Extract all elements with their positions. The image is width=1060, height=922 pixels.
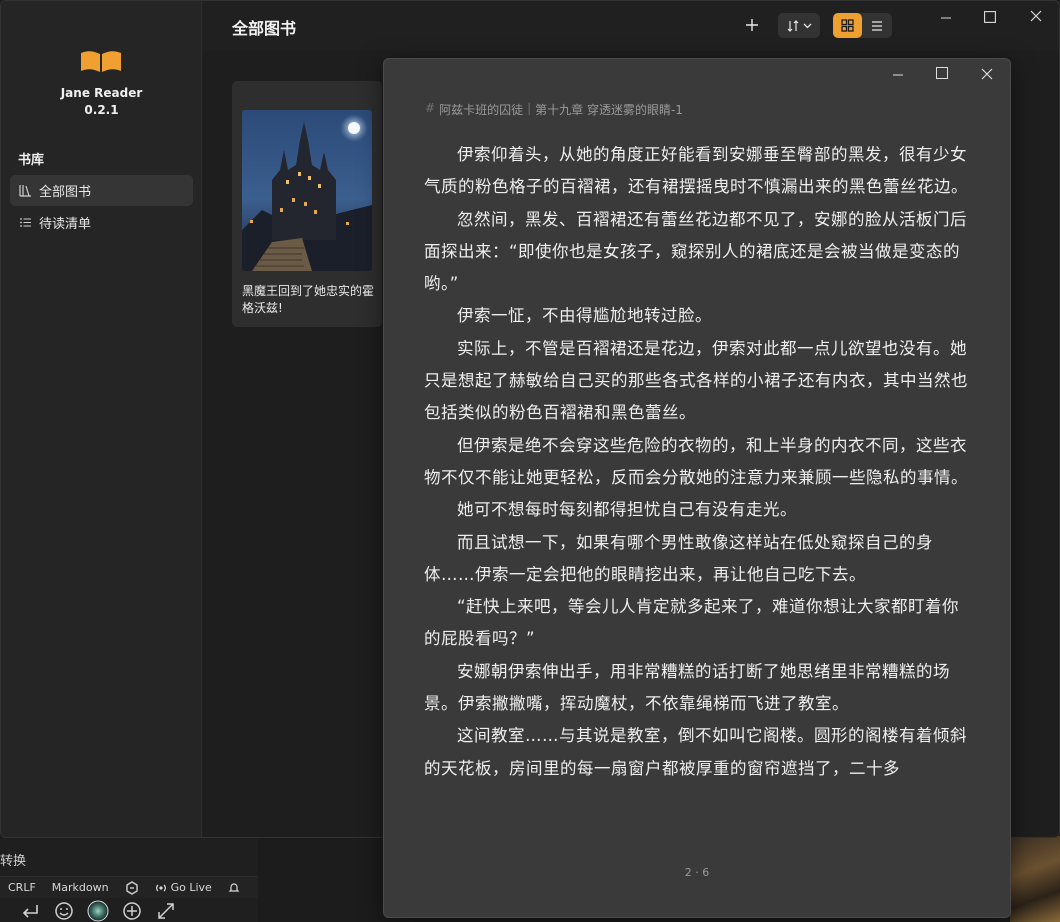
smiley-icon[interactable] xyxy=(52,900,76,922)
paragraph: 而且试想一下，如果有哪个男性敢像这样站在低处窥探自己的身体……伊索一定会把他的眼… xyxy=(424,532,933,584)
reader-minimize-button[interactable] xyxy=(890,63,906,83)
paragraph: 安娜朝伊索伸出手，用非常糟糕的话打断了她思绪里非常糟糕的场景。伊索撇撇嘴，挥动魔… xyxy=(424,661,950,714)
list-icon xyxy=(19,216,32,229)
plus-circle-icon[interactable] xyxy=(120,900,144,922)
view-mode-toggle xyxy=(833,13,892,38)
app-name: Jane Reader xyxy=(60,86,143,100)
background-photo xyxy=(1010,836,1060,922)
paragraph: 但伊索是绝不会穿这些危险的衣物的，和上半身的内衣不同，这些衣物不仅不能让她更轻松… xyxy=(424,435,968,487)
book-cover-image xyxy=(242,110,372,271)
reader-text: 伊索仰着头，从她的角度正好能看到安娜垂至臀部的黑发，很有少女气质的粉色格子的百褶… xyxy=(424,139,974,785)
close-icon xyxy=(1030,10,1042,22)
page-indicator: 2 · 6 xyxy=(684,866,710,879)
breadcrumb-chapter[interactable]: 第十九章 穿透迷雾的眼睛-1 xyxy=(535,101,683,118)
taskbar-icons xyxy=(18,900,178,922)
sidebar-item-label: 全部图书 xyxy=(39,185,92,200)
breadcrumb: # 阿兹卡班的囚徒 | 第十九章 穿透迷雾的眼睛-1 xyxy=(425,101,683,118)
page-title: 全部图书 xyxy=(232,19,297,38)
status-go-live[interactable]: Go Live xyxy=(147,881,220,894)
bell-icon xyxy=(228,882,240,892)
hash-icon: # xyxy=(425,101,436,115)
book-title: 黑魔王回到了她忠实的霍格沃兹! xyxy=(242,284,375,315)
paragraph: “赶快上来吧，等会儿人肯定就多起来了，难道你想让大家都盯着你的屁股看吗？” xyxy=(424,597,960,649)
window-minimize-button[interactable] xyxy=(936,8,956,28)
status-line-ending[interactable]: CRLF xyxy=(0,881,44,894)
paragraph: 伊索一怔，不由得尴尬地转过脸。 xyxy=(457,306,712,326)
paragraph: 她可不想每时每刻都得担忧自己有没有走光。 xyxy=(457,500,797,520)
breadcrumb-separator: | xyxy=(527,101,532,115)
sidebar-item-reading-list[interactable]: 待读清单 xyxy=(10,207,193,238)
grid-view-button[interactable] xyxy=(833,13,862,38)
plus-icon xyxy=(746,19,758,31)
prettier-icon xyxy=(125,880,138,895)
paragraph: 这间教室……与其说是教室，倒不如叫它阁楼。圆形的阁楼有着倾斜的天花板，房间里的每… xyxy=(424,726,967,778)
expand-icon[interactable] xyxy=(154,900,178,922)
reader-close-button[interactable] xyxy=(978,62,996,82)
list-lines-icon xyxy=(871,20,882,31)
app-version: 0.2.1 xyxy=(84,103,119,117)
sidebar-item-label: 待读清单 xyxy=(39,217,92,232)
add-book-button[interactable] xyxy=(741,14,763,36)
status-language[interactable]: Markdown xyxy=(44,881,117,894)
close-icon xyxy=(981,68,993,80)
broadcast-icon xyxy=(155,884,166,891)
open-book-logo-icon xyxy=(81,51,121,72)
maximize-icon xyxy=(984,11,996,23)
chevron-down-icon xyxy=(803,23,811,29)
go-live-label: Go Live xyxy=(170,881,212,894)
status-notifications[interactable] xyxy=(220,882,248,894)
paragraph: 实际上，不管是百褶裙还是花边，伊索对此都一点儿欲望也没有。她只是想起了赫敏给自己… xyxy=(424,338,968,423)
paragraph: 伊索仰着头，从她的角度正好能看到安娜垂至臀部的黑发，很有少女气质的粉色格子的百褶… xyxy=(424,145,968,197)
status-prettier[interactable] xyxy=(117,880,147,895)
minimize-icon xyxy=(893,74,903,76)
orb-icon[interactable] xyxy=(86,900,110,922)
library-header: 书库 xyxy=(18,153,45,168)
editor-status-bar: CRLF Markdown Go Live xyxy=(0,876,258,898)
sidebar: Jane Reader 0.2.1 书库 全部图书 待读清单 xyxy=(1,1,202,837)
breadcrumb-book-title[interactable]: 阿兹卡班的囚徒 xyxy=(439,101,523,118)
sort-icon xyxy=(787,19,798,32)
return-icon[interactable] xyxy=(18,900,42,922)
library-icon xyxy=(19,184,32,197)
sidebar-item-all-books[interactable]: 全部图书 xyxy=(10,175,193,206)
window-maximize-button[interactable] xyxy=(981,8,1001,28)
grid-icon xyxy=(841,19,854,32)
reader-window: # 阿兹卡班的囚徒 | 第十九章 穿透迷雾的眼睛-1 伊索仰着头，从她的角度正好… xyxy=(383,58,1011,918)
window-close-button[interactable] xyxy=(1026,6,1046,26)
paragraph: 忽然间，黑发、百褶裙还有蕾丝花边都不见了，安娜的脸从活板门后面探出来：“即使你也… xyxy=(424,209,967,294)
background-convert-label: 转换 xyxy=(0,854,27,869)
list-view-button[interactable] xyxy=(862,13,891,38)
book-card[interactable]: 黑魔王回到了她忠实的霍格沃兹! xyxy=(232,81,382,327)
reader-maximize-button[interactable] xyxy=(936,67,948,79)
minimize-icon xyxy=(941,17,951,19)
sort-button[interactable] xyxy=(778,13,820,38)
